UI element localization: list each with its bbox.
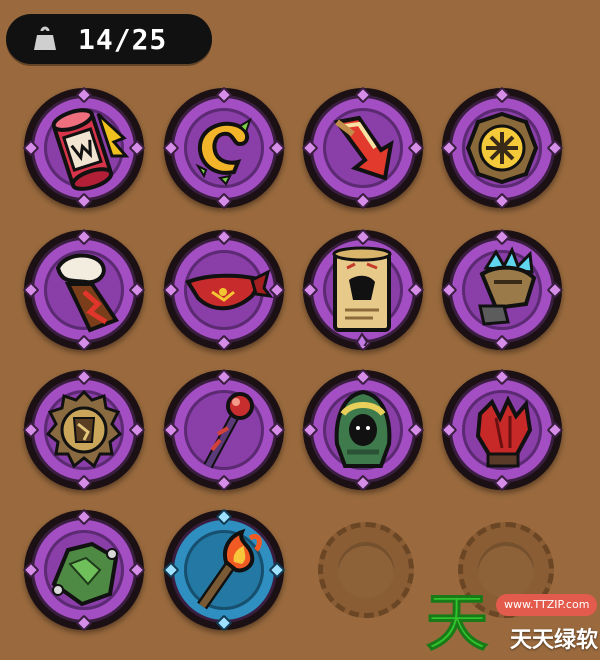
item-slot[interactable]	[301, 86, 425, 210]
red-arrow-shard-icon	[333, 115, 394, 181]
red-bandana-icon	[185, 269, 274, 311]
watermark-url: www.TTZIP.com	[496, 594, 598, 616]
hooded-cloak-icon	[334, 389, 392, 468]
item-slot[interactable]	[440, 86, 564, 210]
golden-horn-icon	[195, 117, 252, 186]
weight-icon	[34, 26, 56, 50]
capacity-count: 14/25	[78, 22, 168, 56]
item-slot[interactable]	[162, 228, 286, 352]
inventory-capacity-pill: 14/25	[6, 14, 212, 64]
gear-seal-icon	[45, 389, 123, 469]
item-slot[interactable]	[440, 368, 564, 492]
red-orb-staff-icon	[203, 392, 254, 469]
watermark-name: 天天绿软	[510, 628, 599, 653]
item-slot[interactable]	[301, 228, 425, 352]
item-slot[interactable]	[22, 368, 146, 492]
item-slot[interactable]	[22, 508, 146, 632]
red-scroll-bundle-icon	[51, 108, 130, 191]
fur-gauntlet-icon	[55, 253, 120, 333]
item-slot[interactable]	[440, 228, 564, 352]
watermark-logo: 天	[426, 588, 489, 652]
empty-item-slot	[318, 522, 414, 618]
green-crystal-tablet-icon	[51, 541, 119, 607]
item-slot[interactable]	[301, 368, 425, 492]
bronze-shield-sun-icon	[465, 111, 539, 185]
item-slot[interactable]	[162, 508, 286, 632]
item-slot[interactable]	[22, 228, 146, 352]
spiked-gauntlet-icon	[478, 246, 537, 326]
item-slot[interactable]	[22, 86, 146, 210]
item-slot[interactable]	[162, 86, 286, 210]
flame-torch-icon	[197, 528, 262, 610]
svg-text:天: 天	[426, 588, 488, 652]
site-watermark: 天 www.TTZIP.com 天天绿软	[418, 584, 600, 660]
inventory-screen: 14/25 天 www.TTZIP.com 天天绿软	[0, 0, 600, 660]
treasure-map-scroll-icon	[332, 246, 392, 346]
item-slot[interactable]	[162, 368, 286, 492]
red-claw-glove-icon	[475, 395, 533, 468]
